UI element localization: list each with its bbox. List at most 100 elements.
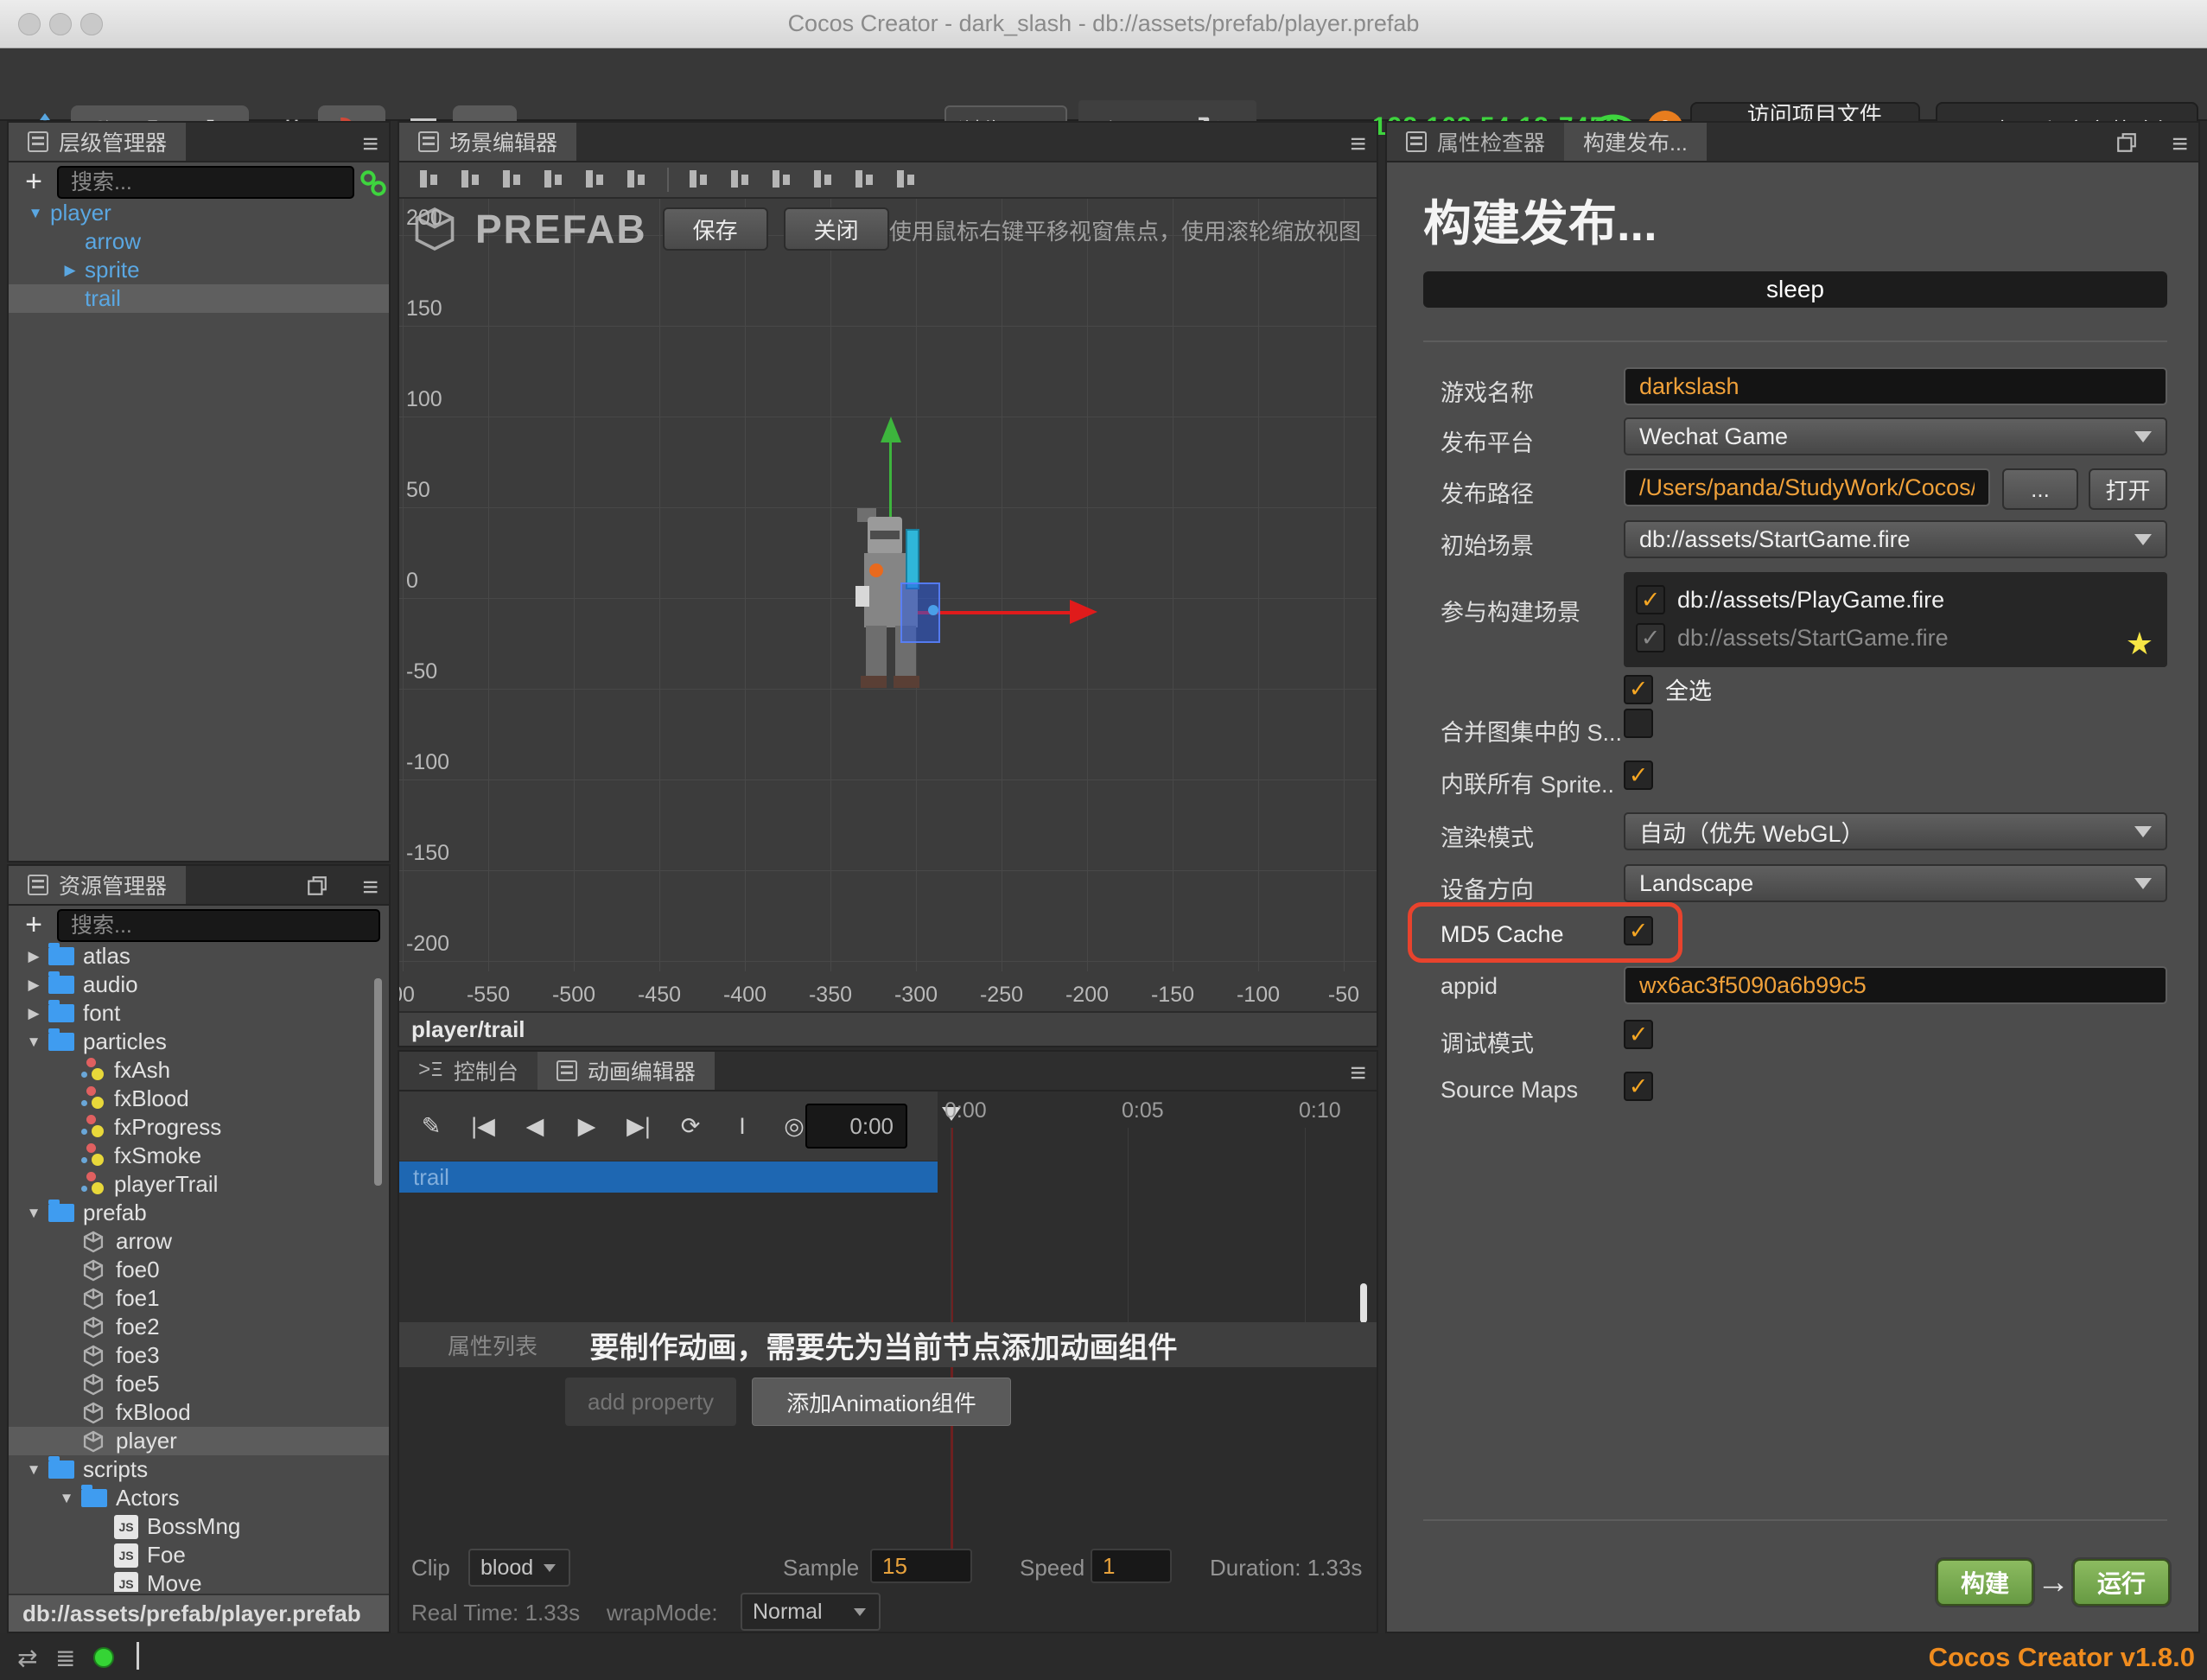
- add-node-button[interactable]: +: [17, 166, 50, 199]
- tab-inspector[interactable]: 属性检查器: [1387, 123, 1564, 161]
- align-bottom-icon[interactable]: [501, 169, 524, 191]
- expander-icon[interactable]: ▶: [19, 977, 48, 994]
- asset-item-audio[interactable]: ▶audio: [9, 970, 389, 999]
- timeline-scrollbar[interactable]: [1360, 1283, 1367, 1323]
- scene-list-item[interactable]: db://assets/PlayGame.fire: [1636, 581, 2155, 619]
- asset-item-prefab[interactable]: ▼prefab: [9, 1199, 389, 1227]
- tab-console[interactable]: >Ξ 控制台: [399, 1052, 537, 1090]
- orientation-select[interactable]: Landscape: [1624, 864, 2167, 902]
- sample-input[interactable]: [870, 1549, 972, 1583]
- expander-icon[interactable]: ▶: [19, 948, 48, 965]
- scene-canvas[interactable]: PREFAB 保存 关闭 使用鼠标右键平移视窗焦点，使用滚轮缩放视图: [399, 199, 1377, 1015]
- close-prefab-button[interactable]: 关闭: [784, 207, 889, 251]
- asset-item-fxBlood[interactable]: fxBlood: [9, 1085, 389, 1113]
- asset-item-BossMng[interactable]: JSBossMng: [9, 1512, 389, 1541]
- expander-icon[interactable]: ▼: [52, 1490, 81, 1507]
- node-breadcrumb[interactable]: player/trail: [399, 1011, 1377, 1046]
- align-v-center-icon[interactable]: [460, 169, 482, 191]
- open-path-button[interactable]: 打开: [2089, 468, 2167, 510]
- menu-icon[interactable]: ≡: [362, 128, 378, 160]
- source-maps-checkbox[interactable]: [1624, 1072, 1653, 1101]
- assets-search-input[interactable]: [57, 909, 380, 942]
- scene-list-item[interactable]: db://assets/StartGame.fire: [1636, 619, 2155, 657]
- align-top-icon[interactable]: [418, 169, 441, 191]
- asset-item-arrow[interactable]: arrow: [9, 1227, 389, 1256]
- asset-item-foe1[interactable]: foe1: [9, 1284, 389, 1313]
- add-asset-button[interactable]: +: [17, 909, 50, 942]
- tab-hierarchy[interactable]: 层级管理器: [9, 123, 186, 161]
- loop-icon[interactable]: ⟳: [676, 1113, 705, 1140]
- hierarchy-node-player[interactable]: ▼player: [9, 199, 389, 227]
- asset-item-fxSmoke[interactable]: fxSmoke: [9, 1142, 389, 1170]
- animation-track-trail[interactable]: trail: [399, 1161, 938, 1193]
- play-icon[interactable]: ▶: [572, 1113, 601, 1140]
- skip-start-icon[interactable]: |◀: [468, 1113, 498, 1140]
- menu-icon[interactable]: ≡: [1350, 1057, 1366, 1089]
- select-all-checkbox[interactable]: [1624, 675, 1653, 704]
- link-prefab-icon[interactable]: [358, 168, 389, 203]
- asset-item-playerTrail[interactable]: playerTrail: [9, 1170, 389, 1199]
- distribute-top-icon[interactable]: [688, 169, 710, 191]
- scene-checkbox[interactable]: [1636, 623, 1665, 652]
- expander-icon[interactable]: ▼: [21, 205, 50, 222]
- asset-item-scripts[interactable]: ▼scripts: [9, 1455, 389, 1484]
- select-all-row[interactable]: 全选: [1624, 672, 1712, 706]
- hierarchy-node-arrow[interactable]: arrow: [9, 227, 389, 256]
- refresh-assets-icon[interactable]: ⇄: [17, 1644, 37, 1672]
- asset-item-fxProgress[interactable]: fxProgress: [9, 1113, 389, 1142]
- step-back-icon[interactable]: ◀: [520, 1113, 550, 1140]
- hierarchy-node-sprite[interactable]: ▶sprite: [9, 256, 389, 284]
- distribute-h-center-icon[interactable]: [854, 169, 876, 191]
- asset-item-Move[interactable]: JSMove: [9, 1569, 389, 1592]
- expander-icon[interactable]: ▶: [19, 1005, 48, 1022]
- menu-icon[interactable]: ≡: [2172, 128, 2188, 160]
- asset-item-atlas[interactable]: ▶atlas: [9, 942, 389, 970]
- distribute-bottom-icon[interactable]: [771, 169, 793, 191]
- asset-item-particles[interactable]: ▼particles: [9, 1028, 389, 1056]
- asset-item-fxAsh[interactable]: fxAsh: [9, 1056, 389, 1085]
- menu-icon[interactable]: ≡: [1350, 128, 1366, 160]
- clip-select[interactable]: blood: [468, 1549, 570, 1587]
- debug-mode-checkbox[interactable]: [1624, 1020, 1653, 1049]
- run-button[interactable]: 运行: [2073, 1559, 2170, 1606]
- server-log-icon[interactable]: ≣: [55, 1644, 75, 1672]
- detach-panel-icon[interactable]: [306, 875, 328, 901]
- asset-item-player[interactable]: player: [9, 1427, 389, 1455]
- asset-item-font[interactable]: ▶font: [9, 999, 389, 1028]
- game-name-input[interactable]: [1624, 367, 2167, 405]
- record-icon[interactable]: ◎: [779, 1113, 809, 1140]
- asset-item-foe2[interactable]: foe2: [9, 1313, 389, 1341]
- tab-animation-editor[interactable]: 动画编辑器: [537, 1052, 715, 1090]
- insert-key-icon[interactable]: I: [728, 1113, 757, 1140]
- scene-checkbox[interactable]: [1636, 585, 1665, 614]
- platform-select[interactable]: Wechat Game: [1624, 417, 2167, 455]
- current-time-display[interactable]: 0:00: [805, 1104, 907, 1149]
- distribute-right-icon[interactable]: [895, 169, 918, 191]
- tab-scene-editor[interactable]: 场景编辑器: [399, 123, 576, 161]
- tab-build[interactable]: 构建发布...: [1564, 123, 1707, 161]
- add-property-button[interactable]: add property: [565, 1378, 736, 1426]
- build-path-input[interactable]: [1624, 468, 1990, 506]
- step-forward-icon[interactable]: ▶|: [624, 1113, 653, 1140]
- appid-input[interactable]: [1624, 966, 2167, 1004]
- asset-item-foe0[interactable]: foe0: [9, 1256, 389, 1284]
- align-left-icon[interactable]: [543, 169, 565, 191]
- save-prefab-button[interactable]: 保存: [663, 207, 768, 251]
- hierarchy-node-trail[interactable]: trail: [9, 284, 389, 313]
- asset-item-foe3[interactable]: foe3: [9, 1341, 389, 1370]
- browse-path-button[interactable]: ...: [2002, 468, 2078, 510]
- start-scene-select[interactable]: db://assets/StartGame.fire: [1624, 520, 2167, 558]
- edit-icon[interactable]: ✎: [417, 1113, 446, 1140]
- add-animation-component-button[interactable]: 添加Animation组件: [752, 1378, 1011, 1426]
- expander-icon[interactable]: ▼: [19, 1461, 48, 1479]
- align-h-center-icon[interactable]: [584, 169, 607, 191]
- align-right-icon[interactable]: [626, 169, 648, 191]
- asset-item-Foe[interactable]: JSFoe: [9, 1541, 389, 1569]
- asset-item-fxBlood[interactable]: fxBlood: [9, 1398, 389, 1427]
- assets-scrollbar[interactable]: [374, 978, 382, 1186]
- speed-input[interactable]: [1091, 1549, 1172, 1583]
- asset-item-Actors[interactable]: ▼Actors: [9, 1484, 389, 1512]
- distribute-left-icon[interactable]: [812, 169, 835, 191]
- asset-item-foe5[interactable]: foe5: [9, 1370, 389, 1398]
- distribute-v-center-icon[interactable]: [729, 169, 752, 191]
